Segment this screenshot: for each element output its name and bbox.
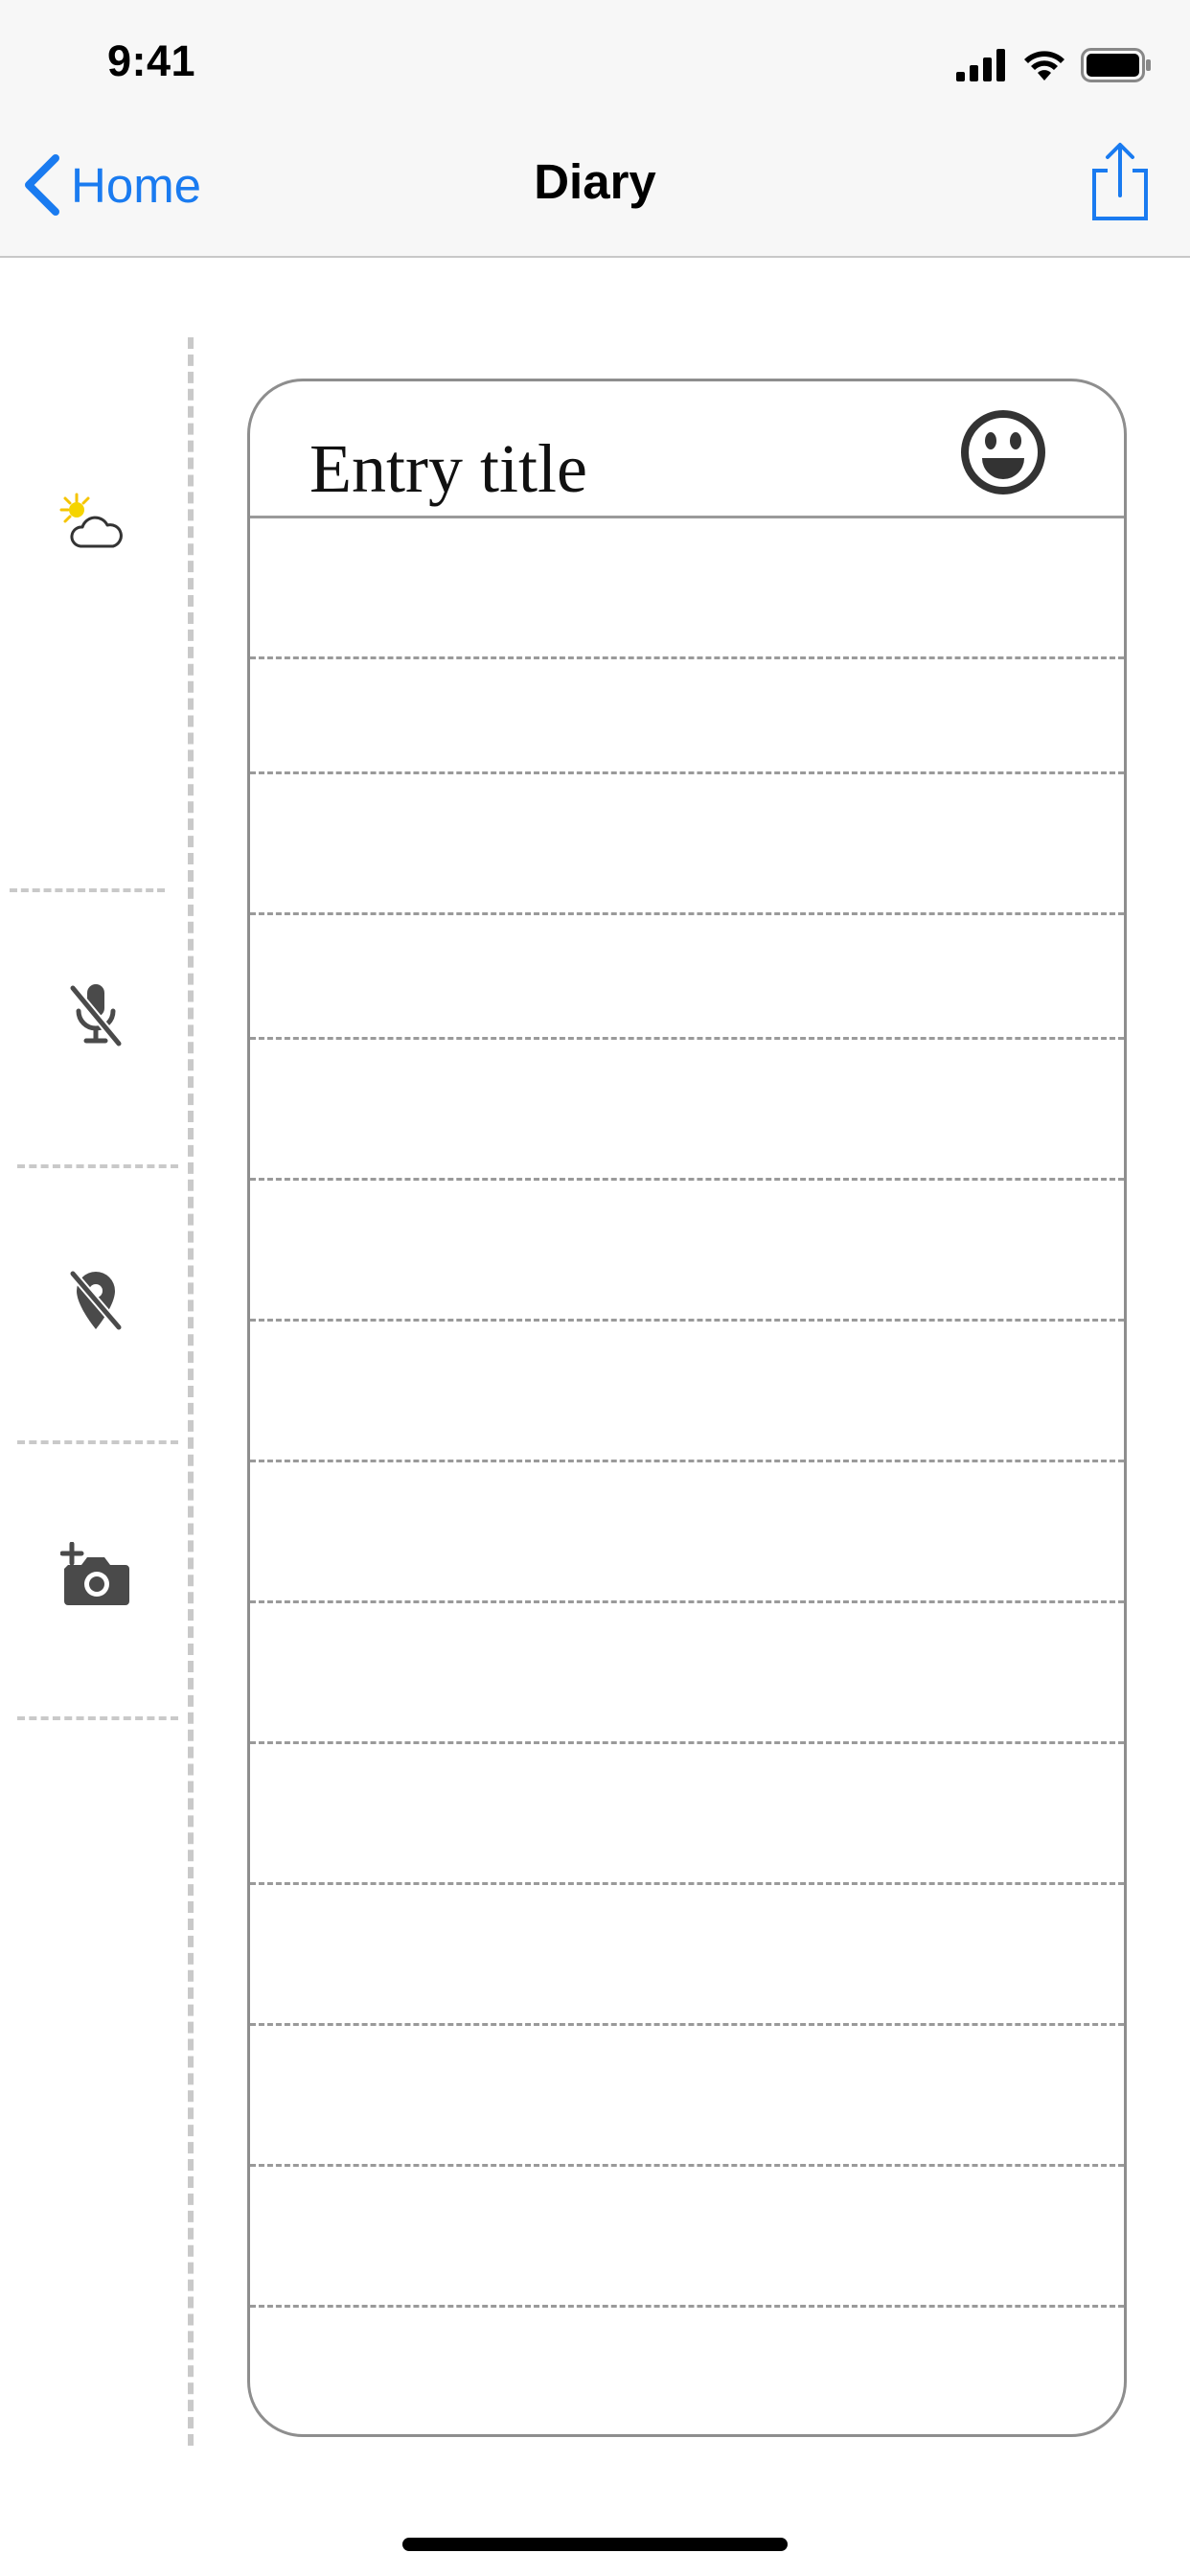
share-icon <box>1092 143 1148 220</box>
mood-button[interactable] <box>959 408 1047 496</box>
add-photo-icon <box>60 1542 129 1605</box>
writing-line <box>250 912 1124 915</box>
writing-line <box>250 1741 1124 1744</box>
writing-line <box>250 1037 1124 1040</box>
writing-line <box>250 1319 1124 1322</box>
sidebar-divider <box>188 337 194 2446</box>
diary-entry-card: Entry title <box>247 379 1127 2437</box>
writing-line <box>250 2164 1124 2167</box>
partly-sunny-icon <box>59 493 123 548</box>
share-button[interactable] <box>1088 142 1152 222</box>
add-photo-button[interactable] <box>57 1537 134 1614</box>
page-title: Diary <box>534 154 656 209</box>
microphone-off-icon <box>69 984 123 1046</box>
writing-line <box>250 1882 1124 1885</box>
writing-line <box>250 771 1124 774</box>
battery-icon <box>1081 48 1151 82</box>
entry-title-field[interactable]: Entry title <box>309 429 587 509</box>
wifi-icon <box>1024 51 1064 80</box>
sidebar-separator <box>10 888 165 892</box>
writing-line <box>250 1460 1124 1462</box>
writing-line <box>250 1178 1124 1181</box>
title-underline <box>250 516 1124 518</box>
location-button[interactable] <box>57 1263 134 1340</box>
weather-button[interactable] <box>54 489 130 565</box>
navigation-bar: 9:41 Home Diary <box>0 0 1190 258</box>
cellular-signal-icon <box>956 49 1005 81</box>
location-off-icon <box>69 1271 123 1330</box>
status-time: 9:41 <box>107 36 196 85</box>
home-indicator <box>402 2538 788 2551</box>
writing-line <box>250 2305 1124 2308</box>
writing-line <box>250 656 1124 659</box>
writing-line <box>250 2023 1124 2026</box>
sidebar-separator <box>17 1716 178 1720</box>
sidebar-separator <box>17 1440 178 1444</box>
writing-line <box>250 1600 1124 1603</box>
sidebar-separator <box>17 1164 178 1168</box>
audio-button[interactable] <box>57 976 134 1052</box>
smiley-icon <box>961 410 1045 494</box>
status-icons <box>956 46 1152 84</box>
